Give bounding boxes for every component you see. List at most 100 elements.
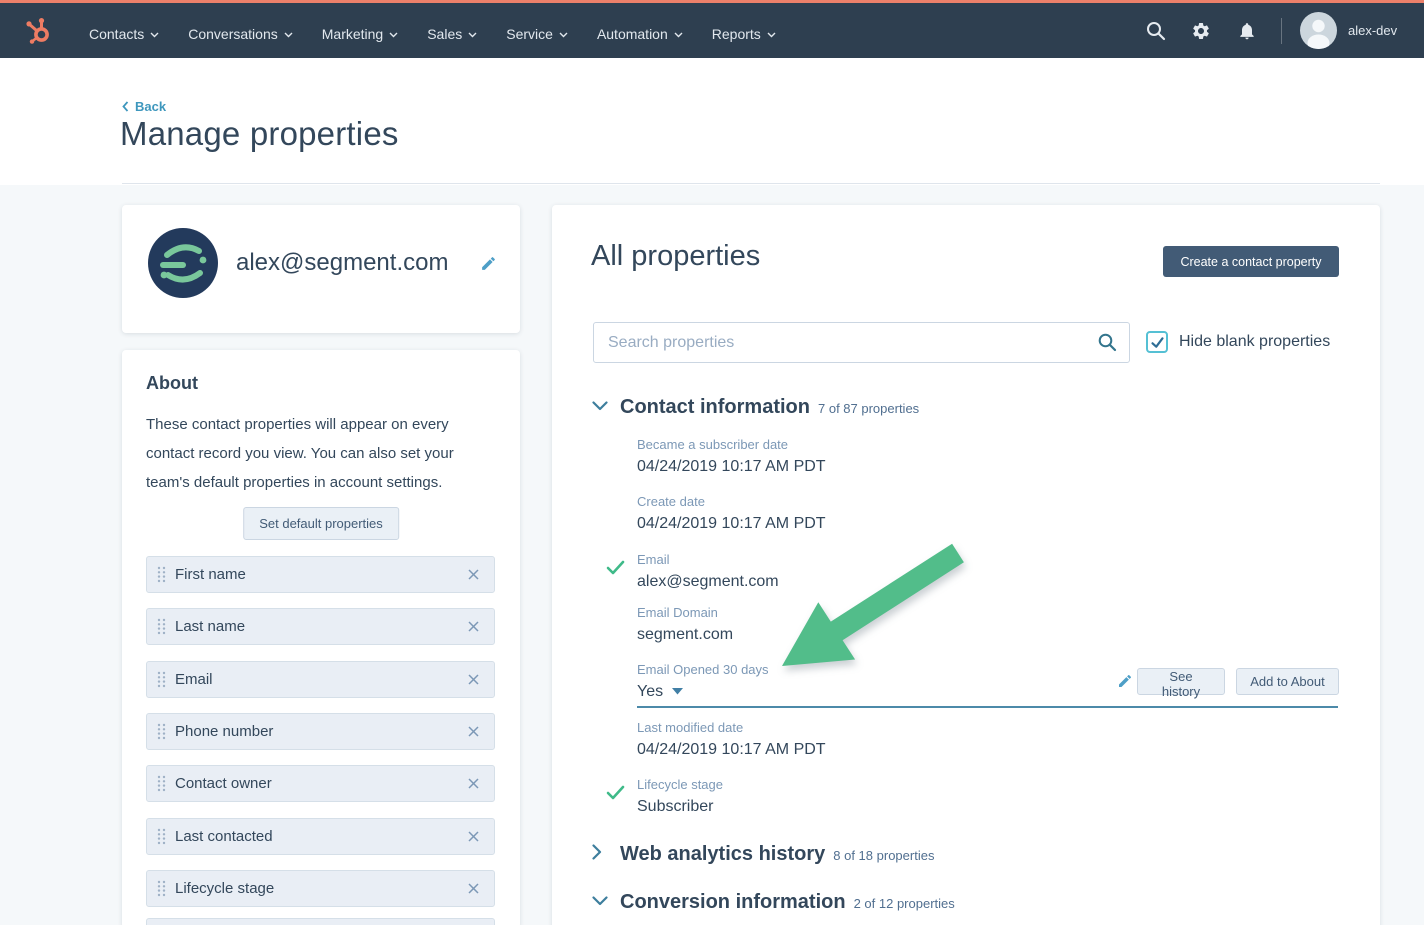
edit-pencil-icon[interactable] — [480, 255, 497, 272]
remove-icon[interactable] — [468, 621, 479, 632]
nav-item-marketing[interactable]: Marketing — [322, 26, 398, 42]
list-item-label: Email — [175, 671, 468, 688]
list-item-label: First name — [175, 566, 468, 583]
nav-item-sales[interactable]: Sales — [427, 26, 477, 42]
list-item-label: Last contacted — [175, 828, 468, 845]
all-properties-title: All properties — [591, 240, 760, 273]
set-default-properties-button[interactable]: Set default properties — [243, 507, 399, 540]
section-title: Contact information — [620, 396, 810, 419]
about-description: These contact properties will appear on … — [146, 410, 494, 497]
section-conversion-information[interactable]: Conversion information 2 of 12 propertie… — [592, 891, 955, 914]
nav-item-contacts[interactable]: Contacts — [89, 26, 159, 42]
property-row: Lifecycle stage Subscriber — [637, 777, 723, 817]
search-icon[interactable] — [1098, 333, 1117, 352]
drag-handle-icon[interactable] — [157, 723, 166, 740]
property-label: Email Opened 30 days — [637, 662, 769, 677]
hide-blank-checkbox[interactable] — [1146, 331, 1168, 353]
list-item-label: Phone number — [175, 723, 468, 740]
all-properties-card: All properties Create a contact property… — [552, 205, 1380, 925]
list-item-partial[interactable] — [146, 918, 495, 925]
check-icon — [606, 560, 625, 575]
primary-nav: Contacts Conversations Marketing Sales S… — [89, 6, 776, 61]
check-icon — [606, 785, 625, 800]
section-count: 2 of 12 properties — [854, 896, 955, 911]
nav-item-service[interactable]: Service — [506, 26, 568, 42]
contact-email: alex@segment.com — [236, 249, 448, 277]
back-link[interactable]: Back — [122, 99, 166, 114]
edit-field-underline — [637, 706, 1338, 708]
content-area: alex@segment.com About These contact pro… — [0, 185, 1424, 925]
page-title: Manage properties — [120, 115, 399, 153]
chevron-left-icon — [122, 101, 129, 112]
hubspot-logo-icon[interactable] — [24, 16, 54, 46]
nav-item-label: Reports — [712, 26, 761, 42]
property-label: Last modified date — [637, 720, 826, 735]
search-box — [593, 322, 1130, 363]
chevron-down-icon — [592, 401, 608, 411]
hide-blank-properties-toggle: Hide blank properties — [1146, 331, 1330, 353]
about-title: About — [146, 373, 198, 394]
gear-icon[interactable] — [1191, 21, 1211, 41]
remove-icon[interactable] — [468, 569, 479, 580]
property-value: 04/24/2019 10:17 AM PDT — [637, 739, 826, 760]
nav-item-label: Marketing — [322, 26, 383, 42]
chevron-down-icon — [468, 32, 477, 38]
chevron-down-icon — [150, 32, 159, 38]
property-value: Yes — [637, 681, 663, 702]
nav-item-label: Contacts — [89, 26, 144, 42]
remove-icon[interactable] — [468, 778, 479, 789]
page-header: Back Manage properties — [0, 58, 1424, 185]
list-item[interactable]: Last name — [146, 608, 495, 645]
drag-handle-icon[interactable] — [157, 566, 166, 583]
property-row: Email Domain segment.com — [637, 605, 733, 645]
property-value-dropdown[interactable]: Yes — [637, 681, 769, 702]
section-web-analytics-history[interactable]: Web analytics history 8 of 18 properties — [592, 843, 934, 866]
topbar-divider — [1281, 18, 1282, 44]
about-card: About These contact properties will appe… — [122, 350, 520, 925]
property-label: Became a subscriber date — [637, 437, 826, 452]
property-label: Lifecycle stage — [637, 777, 723, 792]
top-navigation-bar: Contacts Conversations Marketing Sales S… — [0, 0, 1424, 58]
drag-handle-icon[interactable] — [157, 880, 166, 897]
property-value: 04/24/2019 10:17 AM PDT — [637, 456, 826, 477]
username[interactable]: alex-dev — [1348, 23, 1397, 38]
property-row: Create date 04/24/2019 10:17 AM PDT — [637, 494, 826, 534]
bell-icon[interactable] — [1237, 21, 1257, 41]
edit-pencil-icon[interactable] — [1117, 673, 1133, 689]
remove-icon[interactable] — [468, 883, 479, 894]
see-history-button[interactable]: See history — [1137, 668, 1225, 695]
list-item[interactable]: First name — [146, 556, 495, 593]
chevron-down-icon — [674, 32, 683, 38]
contact-profile-card: alex@segment.com — [122, 205, 520, 333]
remove-icon[interactable] — [468, 674, 479, 685]
section-contact-information[interactable]: Contact information 7 of 87 properties — [592, 396, 919, 419]
property-label: Email — [637, 552, 779, 567]
avatar[interactable] — [1300, 12, 1337, 49]
checkmark-icon — [1150, 335, 1165, 350]
search-input[interactable] — [593, 322, 1130, 363]
create-contact-property-button[interactable]: Create a contact property — [1163, 246, 1339, 277]
nav-item-automation[interactable]: Automation — [597, 26, 683, 42]
property-value: 04/24/2019 10:17 AM PDT — [637, 513, 826, 534]
list-item[interactable]: Email — [146, 661, 495, 698]
property-value: segment.com — [637, 624, 733, 645]
drag-handle-icon[interactable] — [157, 618, 166, 635]
section-title: Conversion information — [620, 891, 846, 914]
list-item[interactable]: Phone number — [146, 713, 495, 750]
drag-handle-icon[interactable] — [157, 671, 166, 688]
remove-icon[interactable] — [468, 726, 479, 737]
nav-item-conversations[interactable]: Conversations — [188, 26, 293, 42]
nav-item-label: Conversations — [188, 26, 278, 42]
search-icon[interactable] — [1146, 21, 1166, 41]
drag-handle-icon[interactable] — [157, 775, 166, 792]
chevron-down-icon — [592, 896, 608, 906]
nav-item-reports[interactable]: Reports — [712, 26, 776, 42]
add-to-about-button[interactable]: Add to About — [1236, 668, 1339, 695]
drag-handle-icon[interactable] — [157, 828, 166, 845]
chevron-down-icon — [559, 32, 568, 38]
list-item[interactable]: Last contacted — [146, 818, 495, 855]
list-item[interactable]: Lifecycle stage — [146, 870, 495, 907]
list-item[interactable]: Contact owner — [146, 765, 495, 802]
remove-icon[interactable] — [468, 831, 479, 842]
chevron-down-icon — [767, 32, 776, 38]
